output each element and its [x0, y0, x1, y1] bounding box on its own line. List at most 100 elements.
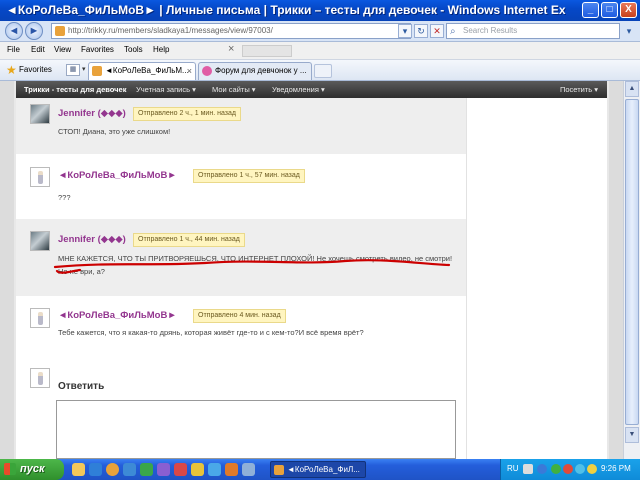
- message-text: Но не ври, а?: [58, 267, 105, 276]
- favorites-label[interactable]: Favorites: [19, 65, 52, 74]
- messages-panel: Jennifer (◆◆◆) Отправлено 2 ч., 1 мин. н…: [16, 98, 466, 459]
- site-nav-bar: Трикки - тесты для девочек Учетная запис…: [16, 81, 607, 98]
- tab-label: ◄КоРоЛеВа_ФиЛьМ...: [105, 66, 189, 75]
- window-title: ◄КоРоЛеВа_ФиЛьМоВ► | Личные письма | Три…: [6, 3, 566, 17]
- start-button[interactable]: пуск: [0, 459, 64, 480]
- avatar[interactable]: [30, 104, 50, 124]
- search-placeholder: Search Results: [463, 26, 518, 35]
- app-quicklaunch-icon[interactable]: [157, 463, 170, 476]
- message-timestamp: Отправлено 1 ч., 44 мин. назад: [133, 233, 245, 247]
- message-item: Jennifer (◆◆◆) Отправлено 2 ч., 1 мин. н…: [16, 98, 466, 154]
- messenger-tray-icon[interactable]: [575, 464, 585, 474]
- tab-list-dropdown-icon[interactable]: ▾: [82, 65, 86, 73]
- page-viewport: Трикки - тесты для девочек Учетная запис…: [0, 81, 640, 459]
- chrome-quicklaunch-icon[interactable]: [106, 463, 119, 476]
- message-author[interactable]: ◄КоРоЛеВа_ФиЛьМоВ►: [58, 310, 177, 321]
- clock: 9:26 PM: [601, 464, 631, 473]
- help-tray-icon[interactable]: [523, 464, 533, 474]
- reply-heading: Ответить: [58, 381, 105, 392]
- language-indicator[interactable]: RU: [507, 464, 519, 473]
- nav-visit[interactable]: Посетить ▾: [560, 85, 598, 94]
- system-tray: RU 9:26 PM: [500, 459, 640, 480]
- avatar[interactable]: [30, 308, 50, 328]
- taskbar: пуск ◄КоРоЛеВа_ФиЛ... RU 9:26 PM: [0, 459, 640, 480]
- page-right-margin: [609, 81, 623, 459]
- misc-quicklaunch-icon[interactable]: [242, 463, 255, 476]
- close-button[interactable]: X: [620, 2, 637, 18]
- toolbar-search-field[interactable]: [242, 45, 292, 57]
- url-dropdown-icon[interactable]: ▾: [398, 24, 412, 38]
- tab-label: Форум для девчонок у ...: [215, 66, 307, 75]
- reply-textarea[interactable]: [56, 400, 456, 459]
- back-button[interactable]: ◄: [5, 22, 23, 40]
- favorites-star-icon[interactable]: ★: [6, 63, 17, 77]
- vertical-scrollbar[interactable]: ▲ ▼: [623, 81, 640, 459]
- tab-favicon-icon: [92, 66, 102, 76]
- new-tab-button[interactable]: [314, 64, 332, 78]
- refresh-icon[interactable]: ↻: [414, 24, 428, 38]
- url-text: http://trikky.ru/members/sladkaya1/messa…: [68, 26, 273, 35]
- desktop-quicklaunch-icon[interactable]: [123, 463, 136, 476]
- firefox-quicklaunch-icon[interactable]: [225, 463, 238, 476]
- tab-forum[interactable]: Форум для девчонок у ...: [198, 62, 312, 80]
- page-left-margin: [0, 81, 14, 459]
- message-text: МНЕ КАЖЕТСЯ, ЧТО ТЫ ПРИТВОРЯЕШЬСЯ, ЧТО И…: [58, 254, 453, 263]
- message-text: Тебе кажется, что я какая-то дрянь, кото…: [58, 328, 364, 337]
- nav-my-sites[interactable]: Мои сайты ▾: [212, 85, 256, 94]
- menu-tools[interactable]: Tools: [124, 45, 143, 54]
- message-timestamp: Отправлено 2 ч., 1 мин. назад: [133, 107, 241, 121]
- nav-notifications[interactable]: Уведомления ▾: [272, 85, 325, 94]
- scroll-down-arrow-icon[interactable]: ▼: [625, 427, 639, 443]
- scrollbar-thumb[interactable]: [625, 99, 639, 425]
- ie-quicklaunch-icon[interactable]: [89, 463, 102, 476]
- opera-quicklaunch-icon[interactable]: [174, 463, 187, 476]
- search-icon: ⌕: [450, 26, 456, 37]
- message-timestamp: Отправлено 1 ч., 57 мин. назад: [193, 169, 305, 183]
- tab-favicon-icon: [202, 66, 212, 76]
- tab-close-icon[interactable]: ×: [187, 63, 192, 79]
- reply-avatar: [30, 368, 50, 388]
- toolbar-close-icon[interactable]: ×: [228, 43, 234, 55]
- message-text: СТОП! Диана, это уже слишком!: [58, 127, 171, 136]
- search-input[interactable]: ⌕ Search Results: [446, 23, 620, 39]
- message-author[interactable]: Jennifer (◆◆◆): [58, 108, 126, 119]
- security-tray-icon[interactable]: [563, 464, 573, 474]
- stop-icon[interactable]: ✕: [430, 24, 444, 38]
- forward-button[interactable]: ►: [25, 22, 43, 40]
- address-bar: ◄ ► http://trikky.ru/members/sladkaya1/m…: [0, 21, 640, 42]
- menu-bar: File Edit View Favorites Tools Help ×: [0, 42, 640, 60]
- url-input[interactable]: http://trikky.ru/members/sladkaya1/messa…: [51, 23, 411, 39]
- maximize-button[interactable]: □: [601, 2, 618, 18]
- antivirus-tray-icon[interactable]: [551, 464, 561, 474]
- menu-help[interactable]: Help: [153, 45, 169, 54]
- message-item: ◄КоРоЛеВа_ФиЛьМоВ► Отправлено 4 мин. наз…: [16, 296, 466, 356]
- menu-file[interactable]: File: [7, 45, 20, 54]
- window-titlebar: ◄КоРоЛеВа_ФиЛьМоВ► | Личные письма | Три…: [0, 0, 640, 21]
- network-tray-icon[interactable]: [537, 464, 547, 474]
- quick-tabs-icon[interactable]: ▦: [66, 64, 80, 76]
- message-item: Jennifer (◆◆◆) Отправлено 1 ч., 44 мин. …: [16, 219, 466, 296]
- messenger-quicklaunch-icon[interactable]: [191, 463, 204, 476]
- message-text: ???: [58, 193, 71, 202]
- scroll-up-arrow-icon[interactable]: ▲: [625, 81, 639, 97]
- skype-quicklaunch-icon[interactable]: [208, 463, 221, 476]
- taskbar-window-item[interactable]: ◄КоРоЛеВа_ФиЛ...: [270, 461, 366, 478]
- menu-view[interactable]: View: [54, 45, 71, 54]
- message-author[interactable]: Jennifer (◆◆◆): [58, 234, 126, 245]
- avatar[interactable]: [30, 167, 50, 187]
- menu-edit[interactable]: Edit: [31, 45, 45, 54]
- site-brand-link[interactable]: Трикки - тесты для девочек: [24, 85, 126, 94]
- avatar[interactable]: [30, 231, 50, 251]
- volume-tray-icon[interactable]: [587, 464, 597, 474]
- folder-quicklaunch-icon[interactable]: [72, 463, 85, 476]
- taskbar-item-favicon-icon: [274, 465, 284, 475]
- menu-favorites[interactable]: Favorites: [81, 45, 114, 54]
- nav-account[interactable]: Учетная запись ▾: [136, 85, 196, 94]
- site-favicon-icon: [55, 26, 65, 36]
- minimize-button[interactable]: _: [582, 2, 599, 18]
- search-options-icon[interactable]: ▾: [622, 24, 636, 38]
- tab-messages[interactable]: ◄КоРоЛеВа_ФиЛьМ... ×: [88, 62, 196, 80]
- media-quicklaunch-icon[interactable]: [140, 463, 153, 476]
- favorites-bar: ★ Favorites ▦ ▾ ◄КоРоЛеВа_ФиЛьМ... × Фор…: [0, 60, 640, 81]
- message-author[interactable]: ◄КоРоЛеВа_ФиЛьМоВ►: [58, 170, 177, 181]
